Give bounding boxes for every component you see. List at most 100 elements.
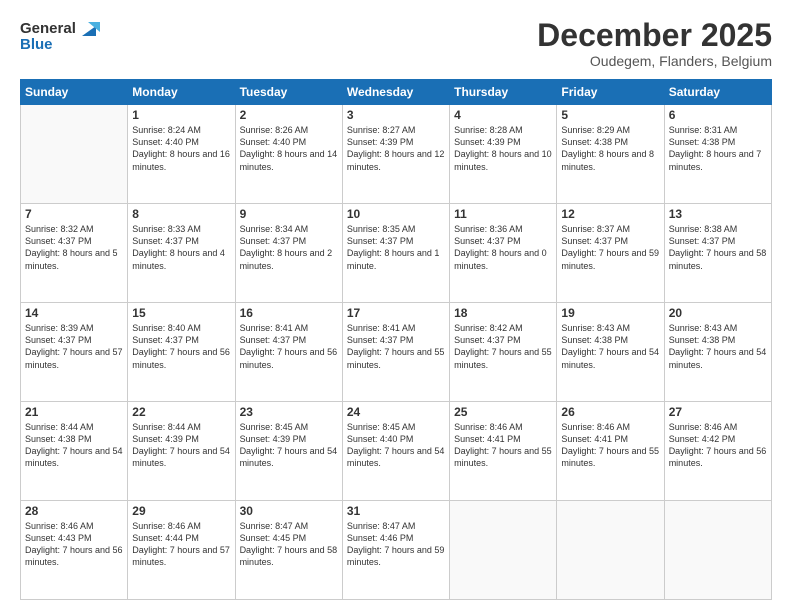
cell-info: Sunrise: 8:28 AM Sunset: 4:39 PM Dayligh… [454, 124, 552, 173]
cell-info: Sunrise: 8:38 AM Sunset: 4:37 PM Dayligh… [669, 223, 767, 272]
day-number: 16 [240, 306, 338, 320]
cell-info: Sunrise: 8:35 AM Sunset: 4:37 PM Dayligh… [347, 223, 445, 272]
day-number: 18 [454, 306, 552, 320]
month-title: December 2025 [537, 18, 772, 53]
day-number: 9 [240, 207, 338, 221]
header-tuesday: Tuesday [235, 80, 342, 105]
header-friday: Friday [557, 80, 664, 105]
day-number: 6 [669, 108, 767, 122]
cell-info: Sunrise: 8:24 AM Sunset: 4:40 PM Dayligh… [132, 124, 230, 173]
cell-info: Sunrise: 8:29 AM Sunset: 4:38 PM Dayligh… [561, 124, 659, 173]
header-wednesday: Wednesday [342, 80, 449, 105]
day-number: 29 [132, 504, 230, 518]
cell-5-2: 29 Sunrise: 8:46 AM Sunset: 4:44 PM Dayli… [128, 501, 235, 600]
cell-info: Sunrise: 8:39 AM Sunset: 4:37 PM Dayligh… [25, 322, 123, 371]
cell-info: Sunrise: 8:44 AM Sunset: 4:39 PM Dayligh… [132, 421, 230, 470]
day-number: 13 [669, 207, 767, 221]
cell-info: Sunrise: 8:46 AM Sunset: 4:41 PM Dayligh… [454, 421, 552, 470]
day-number: 3 [347, 108, 445, 122]
day-number: 22 [132, 405, 230, 419]
cell-1-7: 6Sunrise: 8:31 AM Sunset: 4:38 PM Daylig… [664, 105, 771, 204]
cell-3-2: 15 Sunrise: 8:40 AM Sunset: 4:37 PM Dayli… [128, 303, 235, 402]
cell-2-7: 13 Sunrise: 8:38 AM Sunset: 4:37 PM Dayli… [664, 204, 771, 303]
cell-info: Sunrise: 8:46 AM Sunset: 4:44 PM Dayligh… [132, 520, 230, 569]
cell-1-5: 4Sunrise: 8:28 AM Sunset: 4:39 PM Daylig… [450, 105, 557, 204]
cell-info: Sunrise: 8:46 AM Sunset: 4:41 PM Dayligh… [561, 421, 659, 470]
cell-info: Sunrise: 8:33 AM Sunset: 4:37 PM Dayligh… [132, 223, 230, 272]
cell-1-6: 5 Sunrise: 8:29 AM Sunset: 4:38 PM Daylig… [557, 105, 664, 204]
day-number: 20 [669, 306, 767, 320]
day-number: 8 [132, 207, 230, 221]
cell-4-7: 27 Sunrise: 8:46 AM Sunset: 4:42 PM Dayli… [664, 402, 771, 501]
title-block: December 2025 Oudegem, Flanders, Belgium [537, 18, 772, 69]
week-row-1: 1Sunrise: 8:24 AM Sunset: 4:40 PM Daylig… [21, 105, 772, 204]
cell-info: Sunrise: 8:40 AM Sunset: 4:37 PM Dayligh… [132, 322, 230, 371]
cell-info: Sunrise: 8:46 AM Sunset: 4:42 PM Dayligh… [669, 421, 767, 470]
day-number: 15 [132, 306, 230, 320]
logo: General Blue [20, 18, 100, 54]
cell-info: Sunrise: 8:47 AM Sunset: 4:46 PM Dayligh… [347, 520, 445, 569]
cell-info: Sunrise: 8:26 AM Sunset: 4:40 PM Dayligh… [240, 124, 338, 173]
cell-4-6: 26 Sunrise: 8:46 AM Sunset: 4:41 PM Dayli… [557, 402, 664, 501]
day-number: 25 [454, 405, 552, 419]
day-number: 2 [240, 108, 338, 122]
day-number: 7 [25, 207, 123, 221]
cell-info: Sunrise: 8:43 AM Sunset: 4:38 PM Dayligh… [561, 322, 659, 371]
cell-info: Sunrise: 8:45 AM Sunset: 4:39 PM Dayligh… [240, 421, 338, 470]
cell-5-5 [450, 501, 557, 600]
cell-info: Sunrise: 8:42 AM Sunset: 4:37 PM Dayligh… [454, 322, 552, 371]
logo-icon [78, 18, 100, 40]
cell-1-1 [21, 105, 128, 204]
cell-3-3: 16Sunrise: 8:41 AM Sunset: 4:37 PM Dayli… [235, 303, 342, 402]
calendar-table: Sunday Monday Tuesday Wednesday Thursday… [20, 79, 772, 600]
day-number: 26 [561, 405, 659, 419]
cell-2-5: 11 Sunrise: 8:36 AM Sunset: 4:37 PM Dayli… [450, 204, 557, 303]
week-row-3: 14Sunrise: 8:39 AM Sunset: 4:37 PM Dayli… [21, 303, 772, 402]
cell-5-7 [664, 501, 771, 600]
day-number: 30 [240, 504, 338, 518]
cell-2-3: 9 Sunrise: 8:34 AM Sunset: 4:37 PM Daylig… [235, 204, 342, 303]
cell-info: Sunrise: 8:47 AM Sunset: 4:45 PM Dayligh… [240, 520, 338, 569]
cell-info: Sunrise: 8:45 AM Sunset: 4:40 PM Dayligh… [347, 421, 445, 470]
header-saturday: Saturday [664, 80, 771, 105]
cell-info: Sunrise: 8:46 AM Sunset: 4:43 PM Dayligh… [25, 520, 123, 569]
cell-4-1: 21 Sunrise: 8:44 AM Sunset: 4:38 PM Dayli… [21, 402, 128, 501]
cell-3-7: 20Sunrise: 8:43 AM Sunset: 4:38 PM Dayli… [664, 303, 771, 402]
cell-1-3: 2 Sunrise: 8:26 AM Sunset: 4:40 PM Daylig… [235, 105, 342, 204]
week-row-4: 21 Sunrise: 8:44 AM Sunset: 4:38 PM Dayli… [21, 402, 772, 501]
cell-4-3: 23Sunrise: 8:45 AM Sunset: 4:39 PM Dayli… [235, 402, 342, 501]
cell-3-6: 19 Sunrise: 8:43 AM Sunset: 4:38 PM Dayli… [557, 303, 664, 402]
cell-5-1: 28 Sunrise: 8:46 AM Sunset: 4:43 PM Dayli… [21, 501, 128, 600]
cell-info: Sunrise: 8:34 AM Sunset: 4:37 PM Dayligh… [240, 223, 338, 272]
cell-4-2: 22 Sunrise: 8:44 AM Sunset: 4:39 PM Dayli… [128, 402, 235, 501]
header-sunday: Sunday [21, 80, 128, 105]
cell-1-2: 1Sunrise: 8:24 AM Sunset: 4:40 PM Daylig… [128, 105, 235, 204]
day-number: 17 [347, 306, 445, 320]
header-monday: Monday [128, 80, 235, 105]
cell-info: Sunrise: 8:44 AM Sunset: 4:38 PM Dayligh… [25, 421, 123, 470]
week-row-5: 28 Sunrise: 8:46 AM Sunset: 4:43 PM Dayli… [21, 501, 772, 600]
day-number: 12 [561, 207, 659, 221]
header: General Blue December 2025 Oudegem, Flan… [20, 18, 772, 69]
day-number: 10 [347, 207, 445, 221]
day-number: 28 [25, 504, 123, 518]
cell-5-3: 30 Sunrise: 8:47 AM Sunset: 4:45 PM Dayli… [235, 501, 342, 600]
day-number: 11 [454, 207, 552, 221]
header-thursday: Thursday [450, 80, 557, 105]
cell-3-1: 14Sunrise: 8:39 AM Sunset: 4:37 PM Dayli… [21, 303, 128, 402]
cell-3-4: 17Sunrise: 8:41 AM Sunset: 4:37 PM Dayli… [342, 303, 449, 402]
cell-2-2: 8 Sunrise: 8:33 AM Sunset: 4:37 PM Daylig… [128, 204, 235, 303]
cell-info: Sunrise: 8:36 AM Sunset: 4:37 PM Dayligh… [454, 223, 552, 272]
cell-2-6: 12Sunrise: 8:37 AM Sunset: 4:37 PM Dayli… [557, 204, 664, 303]
day-number: 27 [669, 405, 767, 419]
day-number: 19 [561, 306, 659, 320]
logo-blue: Blue [20, 36, 53, 54]
day-number: 21 [25, 405, 123, 419]
cell-2-4: 10 Sunrise: 8:35 AM Sunset: 4:37 PM Dayli… [342, 204, 449, 303]
cell-5-6 [557, 501, 664, 600]
cell-3-5: 18 Sunrise: 8:42 AM Sunset: 4:37 PM Dayli… [450, 303, 557, 402]
cell-4-4: 24Sunrise: 8:45 AM Sunset: 4:40 PM Dayli… [342, 402, 449, 501]
page: General Blue December 2025 Oudegem, Flan… [0, 0, 792, 612]
day-number: 5 [561, 108, 659, 122]
cell-4-5: 25 Sunrise: 8:46 AM Sunset: 4:41 PM Dayli… [450, 402, 557, 501]
